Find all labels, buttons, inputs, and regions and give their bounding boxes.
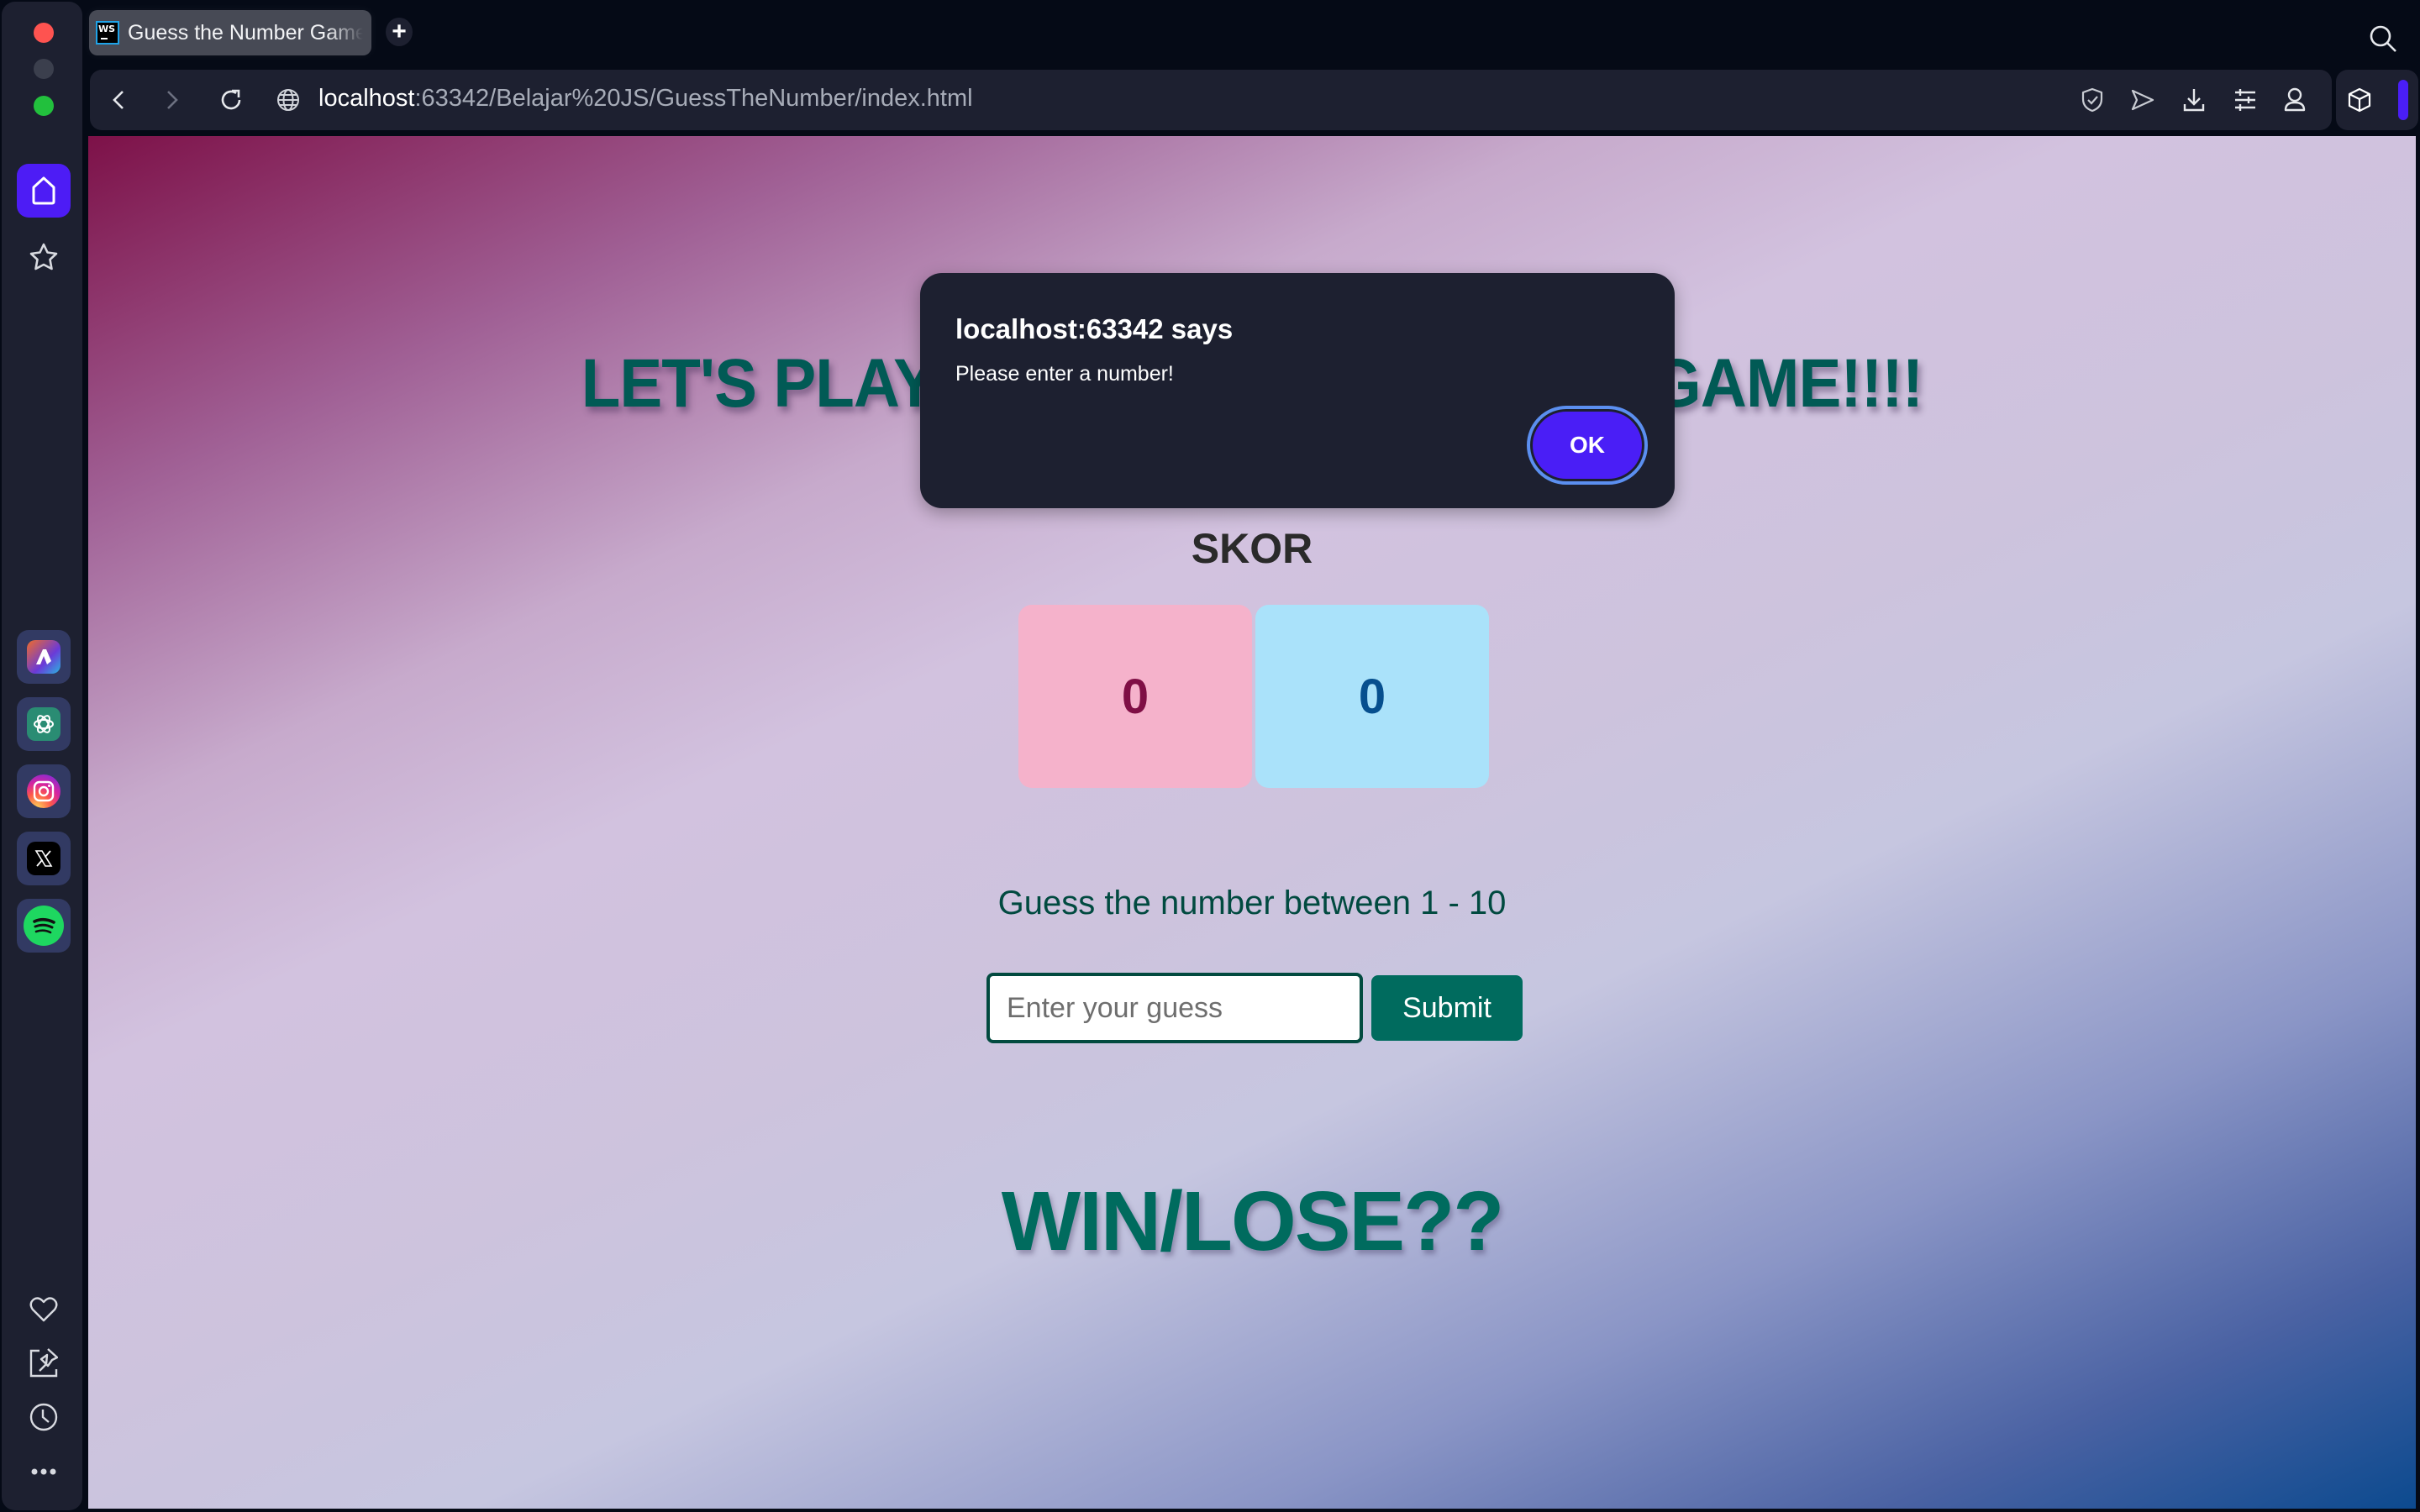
easy-setup-button[interactable] [2230, 85, 2260, 115]
sidebar-more-button[interactable] [17, 1445, 71, 1499]
more-icon [31, 1468, 56, 1475]
guess-input[interactable] [986, 973, 1363, 1043]
vpn-shield-button[interactable] [2077, 85, 2107, 115]
scoreboard: 0 0 [1018, 605, 1489, 788]
sidebar-bookmarks-button[interactable] [17, 230, 71, 284]
tab-guess-the-number[interactable]: WS Guess the Number Game [89, 10, 371, 55]
url-path: :63342/Belajar%20JS/GuessTheNumber/index… [414, 85, 973, 112]
forward-button[interactable] [157, 85, 187, 115]
reload-icon [221, 89, 241, 110]
star-icon [29, 243, 58, 270]
dialog-message: Please enter a number! [955, 362, 1174, 386]
url-host: localhost [318, 85, 415, 112]
shield-check-icon [2081, 87, 2103, 113]
heart-icon [29, 1297, 58, 1322]
sidebar-home-button[interactable] [17, 164, 71, 218]
chatgpt-icon [27, 707, 60, 741]
download-icon [2183, 89, 2205, 112]
score-label: SKOR [1191, 525, 1313, 572]
pinboard-icon [29, 1348, 58, 1378]
webstorm-favicon-icon: WS [96, 21, 119, 45]
player2-score: 0 [1255, 605, 1489, 788]
back-button[interactable] [103, 85, 134, 115]
address-bar: localhost:63342/Belajar%20JS/GuessTheNum… [90, 70, 2332, 130]
browser-sidebar [2, 2, 82, 1510]
tab-title: Guess the Number Game [128, 20, 363, 45]
sidebar-favorites-button[interactable] [17, 1283, 71, 1336]
player1-score: 0 [1018, 605, 1252, 788]
chevron-right-icon [167, 91, 178, 109]
result-text: WIN/LOSE?? [1001, 1174, 1505, 1268]
new-tab-button[interactable]: + [386, 18, 413, 46]
profile-button[interactable] [2280, 85, 2310, 115]
extensions-cube-icon [2348, 87, 2371, 113]
search-icon [2370, 25, 2396, 52]
instagram-icon [27, 774, 60, 808]
globe-icon [277, 89, 299, 111]
reload-button[interactable] [216, 85, 246, 115]
sidebar-app-aria[interactable] [17, 630, 71, 684]
dialog-title: localhost:63342 says [955, 313, 1234, 344]
extensions-button[interactable] [2344, 85, 2375, 115]
aria-icon [27, 640, 60, 674]
sidebar-app-instagram[interactable] [17, 764, 71, 818]
x-icon [27, 842, 60, 875]
sidebar-pinboard-button[interactable] [17, 1336, 71, 1389]
page-viewport: LET'S PLAY A NUMBER GUESSING GAME!!!! SK… [88, 136, 2416, 1509]
instruction-text: Guess the number between 1 - 10 [997, 885, 1507, 921]
minimize-window-button[interactable] [34, 59, 54, 79]
send-icon [2131, 89, 2154, 111]
sidebar-app-chatgpt[interactable] [17, 697, 71, 751]
site-info-button[interactable] [273, 85, 303, 115]
close-window-button[interactable] [34, 23, 54, 43]
guess-form: Submit [986, 973, 1523, 1043]
tab-search-button[interactable] [2368, 24, 2398, 54]
maximize-window-button[interactable] [34, 96, 54, 116]
history-clock-icon [29, 1403, 58, 1431]
browser-window: WS Guess the Number Game + localhost:633… [0, 0, 2420, 1512]
spotify-icon [24, 906, 64, 946]
sidebar-app-x[interactable] [17, 832, 71, 885]
sidebar-history-button[interactable] [17, 1390, 71, 1444]
url-field[interactable]: localhost:63342/Belajar%20JS/GuessTheNum… [318, 85, 973, 113]
sidebar-app-spotify[interactable] [17, 899, 71, 953]
home-icon [32, 176, 55, 205]
chevron-left-icon [113, 91, 124, 109]
alert-dialog: localhost:63342 says Please enter a numb… [920, 273, 1675, 508]
send-button[interactable] [2128, 85, 2158, 115]
profile-icon [2284, 87, 2306, 112]
dialog-ok-button[interactable]: OK [1527, 406, 1648, 485]
sliders-icon [2235, 89, 2255, 111]
downloads-button[interactable] [2179, 85, 2209, 115]
sidebar-panel-toggle[interactable] [2398, 80, 2408, 120]
submit-button[interactable]: Submit [1371, 975, 1523, 1041]
